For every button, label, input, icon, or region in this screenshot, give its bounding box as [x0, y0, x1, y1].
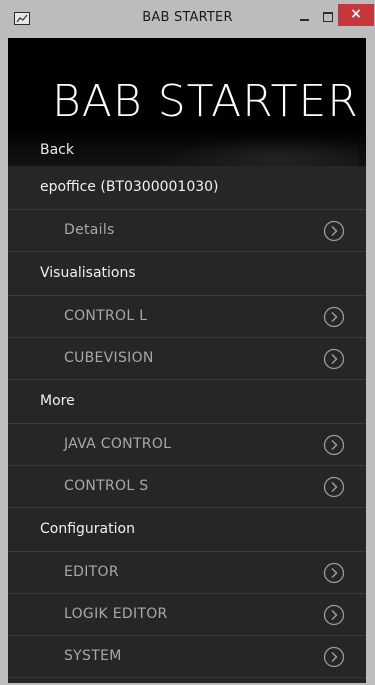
close-button[interactable]: × — [338, 4, 374, 26]
menu-item-cubevision[interactable]: CUBEVISION — [8, 338, 366, 380]
section-visualisations: Visualisations — [8, 252, 366, 296]
minimize-icon — [300, 19, 309, 21]
menu-item-label: CONTROL S — [64, 478, 149, 494]
menu-item-control-s[interactable]: CONTROL S — [8, 466, 366, 508]
main-panel: BAB STARTER Back epoffice (BT0300001030)… — [8, 38, 366, 683]
menu-item-label: CONTROL L — [64, 308, 148, 324]
header-banner: BAB STARTER Back — [8, 38, 366, 166]
menu-item-logik-editor[interactable]: LOGIK EDITOR — [8, 594, 366, 636]
maximize-button[interactable] — [316, 8, 340, 28]
chevron-right-circle-icon[interactable] — [323, 604, 345, 626]
section-more: More — [8, 380, 366, 424]
device-row[interactable]: epoffice (BT0300001030) — [8, 166, 366, 210]
menu-item-control-l[interactable]: CONTROL L — [8, 296, 366, 338]
menu-item-details[interactable]: Details — [8, 210, 366, 252]
minimize-button[interactable] — [292, 8, 316, 28]
title-bar[interactable]: BAB STARTER × — [0, 0, 375, 38]
close-icon: × — [350, 6, 362, 22]
section-label: More — [40, 393, 75, 409]
section-label: Configuration — [40, 521, 135, 537]
back-link[interactable]: Back — [40, 142, 74, 158]
chevron-right-circle-icon[interactable] — [323, 562, 345, 584]
menu-item-label: Details — [64, 222, 115, 238]
chevron-right-circle-icon[interactable] — [323, 220, 345, 242]
chevron-right-circle-icon[interactable] — [323, 306, 345, 328]
maximize-icon — [323, 12, 333, 22]
section-configuration: Configuration — [8, 508, 366, 552]
menu-item-label: SYSTEM — [64, 648, 122, 664]
menu-item-label: JAVA CONTROL — [64, 436, 172, 452]
device-label: epoffice (BT0300001030) — [40, 179, 219, 195]
menu-item-label: LOGIK EDITOR — [64, 606, 168, 622]
app-window: BAB STARTER × BAB STARTER Back epoffice … — [0, 0, 375, 685]
chevron-right-circle-icon[interactable] — [323, 434, 345, 456]
menu-item-system[interactable]: SYSTEM — [8, 636, 366, 678]
menu-item-label: EDITOR — [64, 564, 119, 580]
menu-item-label: CUBEVISION — [64, 350, 154, 366]
chevron-right-circle-icon[interactable] — [323, 348, 345, 370]
menu-item-java-control[interactable]: JAVA CONTROL — [8, 424, 366, 466]
navigation-menu: epoffice (BT0300001030) Details Visualis… — [8, 166, 366, 678]
section-label: Visualisations — [40, 265, 136, 281]
menu-item-editor[interactable]: EDITOR — [8, 552, 366, 594]
chevron-right-circle-icon[interactable] — [323, 646, 345, 668]
app-title: BAB STARTER — [52, 76, 359, 127]
chevron-right-circle-icon[interactable] — [323, 476, 345, 498]
